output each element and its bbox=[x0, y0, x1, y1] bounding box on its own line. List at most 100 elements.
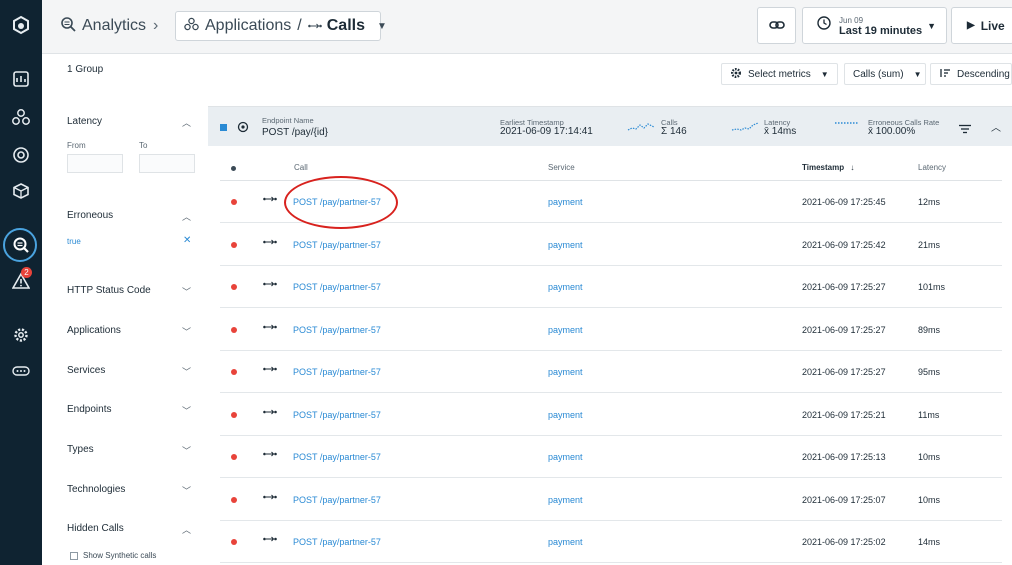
clock-icon bbox=[817, 16, 831, 35]
analytics-icon[interactable] bbox=[0, 228, 42, 262]
logo-icon[interactable] bbox=[0, 8, 42, 42]
service-link[interactable]: payment bbox=[548, 367, 583, 377]
latency-to-input[interactable] bbox=[139, 154, 195, 173]
filter-section-services[interactable]: Services ﹀ bbox=[67, 365, 195, 377]
filter-icon[interactable] bbox=[958, 121, 972, 139]
copy-link-button[interactable] bbox=[757, 7, 796, 44]
live-button[interactable]: ▶ Live bbox=[951, 7, 1012, 44]
error-status-icon bbox=[231, 454, 237, 460]
error-status-icon bbox=[231, 369, 237, 375]
sort-order-label: Descending bbox=[957, 68, 1010, 80]
latency-cell: 10ms bbox=[918, 452, 941, 462]
error-status-icon bbox=[231, 284, 237, 290]
call-link[interactable]: POST /pay/partner-57 bbox=[293, 240, 381, 250]
time-range-selector[interactable]: Jun 09 Last 19 minutes ▼ bbox=[802, 7, 947, 44]
checkbox-icon bbox=[70, 551, 78, 560]
latency-cell: 21ms bbox=[918, 240, 941, 250]
filter-types-label: Types bbox=[67, 444, 94, 455]
error-status-icon bbox=[231, 539, 237, 545]
link-icon bbox=[768, 17, 785, 35]
group-color-marker bbox=[220, 124, 227, 131]
group-header[interactable]: Endpoint Name POST /pay/{id} Earliest Ti… bbox=[208, 106, 1012, 146]
calls-sum-dropdown[interactable]: Calls (sum) ▼ bbox=[844, 63, 926, 85]
endpoint-name-value: POST /pay/{id} bbox=[262, 127, 328, 138]
table-row[interactable]: POST /pay/partner-57 payment 2021-06-09 17… bbox=[220, 181, 1002, 223]
service-link[interactable]: payment bbox=[548, 537, 583, 547]
column-timestamp[interactable]: Timestamp ↓ bbox=[802, 163, 854, 172]
filter-section-applications[interactable]: Applications ﹀ bbox=[67, 325, 195, 337]
call-link[interactable]: POST /pay/partner-57 bbox=[293, 452, 381, 462]
table-row[interactable]: POST /pay/partner-57 payment 2021-06-09 17… bbox=[220, 224, 1002, 266]
show-synthetic-calls-label: Show Synthetic calls bbox=[83, 551, 157, 560]
service-link[interactable]: payment bbox=[548, 325, 583, 335]
latency-cell: 89ms bbox=[918, 325, 941, 335]
select-metrics-button[interactable]: Select metrics ▼ bbox=[721, 63, 838, 85]
endpoint-name-label: Endpoint Name bbox=[262, 116, 314, 125]
filter-section-erroneous[interactable]: Erroneous ︿ bbox=[67, 210, 195, 222]
table-row[interactable]: POST /pay/partner-57 payment 2021-06-09 17… bbox=[220, 309, 1002, 351]
filter-section-endpoints[interactable]: Endpoints ﹀ bbox=[67, 404, 195, 416]
filter-section-technologies[interactable]: Technologies ﹀ bbox=[67, 484, 195, 496]
filter-hidden-calls-label: Hidden Calls bbox=[67, 523, 124, 534]
latency-cell: 11ms bbox=[918, 410, 940, 420]
call-link[interactable]: POST /pay/partner-57 bbox=[293, 537, 381, 547]
filter-section-latency[interactable]: Latency ︿ bbox=[67, 116, 195, 128]
remove-filter-close-icon[interactable]: ✕ bbox=[183, 235, 191, 246]
analytics-icon bbox=[60, 16, 82, 37]
sort-down-arrow-icon: ↓ bbox=[850, 163, 855, 172]
call-link[interactable]: POST /pay/partner-57 bbox=[293, 197, 381, 207]
applications-icon[interactable] bbox=[0, 100, 42, 134]
service-link[interactable]: payment bbox=[548, 240, 583, 250]
chevron-down-icon: ﹀ bbox=[181, 367, 191, 377]
table-row[interactable]: POST /pay/partner-57 payment 2021-06-09 17… bbox=[220, 479, 1002, 521]
sort-order-button[interactable]: Descending bbox=[930, 63, 1012, 85]
service-link[interactable]: payment bbox=[548, 197, 583, 207]
services-icon[interactable] bbox=[0, 138, 42, 172]
table-row[interactable]: POST /pay/partner-57 payment 2021-06-09 17… bbox=[220, 266, 1002, 308]
breadcrumb-separator-icon: › bbox=[153, 17, 159, 34]
breadcrumb-applications-label: Applications bbox=[205, 17, 292, 34]
call-link[interactable]: POST /pay/partner-57 bbox=[293, 495, 381, 505]
latency-from-label: From bbox=[67, 141, 86, 150]
service-link[interactable]: payment bbox=[548, 452, 583, 462]
filter-section-http-status[interactable]: HTTP Status Code ﹀ bbox=[67, 285, 195, 297]
chevron-down-icon: ﹀ bbox=[181, 327, 191, 337]
calls-sum-label: Calls (sum) bbox=[853, 68, 904, 80]
dashboard-icon[interactable] bbox=[0, 62, 42, 96]
service-link[interactable]: payment bbox=[548, 495, 583, 505]
call-link[interactable]: POST /pay/partner-57 bbox=[293, 410, 381, 420]
breadcrumb-calls-selector[interactable]: Applications / Calls ▼ bbox=[175, 11, 387, 41]
erroneous-rate-sparkline bbox=[835, 122, 859, 124]
service-link[interactable]: payment bbox=[548, 410, 583, 420]
error-status-icon bbox=[231, 242, 237, 248]
error-status-icon bbox=[231, 497, 237, 503]
settings-icon[interactable] bbox=[0, 318, 42, 352]
applications-icon bbox=[184, 17, 199, 36]
table-row[interactable]: POST /pay/partner-57 payment 2021-06-09 17… bbox=[220, 394, 1002, 436]
filter-section-types[interactable]: Types ﹀ bbox=[67, 444, 195, 456]
calls-icon bbox=[263, 238, 277, 248]
latency-cell: 14ms bbox=[918, 537, 941, 547]
column-service[interactable]: Service bbox=[548, 163, 575, 172]
service-link[interactable]: payment bbox=[548, 282, 583, 292]
filter-applications-label: Applications bbox=[67, 325, 121, 336]
column-latency[interactable]: Latency bbox=[918, 163, 946, 172]
table-row[interactable]: POST /pay/partner-57 payment 2021-06-09 17… bbox=[220, 521, 1002, 563]
chevron-up-icon[interactable]: ︿ bbox=[991, 119, 1001, 134]
infrastructure-icon[interactable] bbox=[0, 174, 42, 208]
breadcrumb-analytics[interactable]: Analytics bbox=[60, 15, 146, 37]
latency-to-label: To bbox=[139, 141, 148, 150]
column-call[interactable]: Call bbox=[294, 163, 308, 172]
calls-icon bbox=[263, 535, 277, 545]
call-link[interactable]: POST /pay/partner-57 bbox=[293, 367, 381, 377]
table-row[interactable]: POST /pay/partner-57 payment 2021-06-09 17… bbox=[220, 436, 1002, 478]
timestamp-cell: 2021-06-09 17:25:13 bbox=[802, 452, 886, 462]
call-link[interactable]: POST /pay/partner-57 bbox=[293, 282, 381, 292]
filter-section-hidden-calls[interactable]: Hidden Calls ︿ bbox=[67, 523, 195, 535]
call-link[interactable]: POST /pay/partner-57 bbox=[293, 325, 381, 335]
latency-from-input[interactable] bbox=[67, 154, 123, 173]
table-row[interactable]: POST /pay/partner-57 payment 2021-06-09 17… bbox=[220, 351, 1002, 393]
play-icon: ▶ bbox=[967, 20, 975, 31]
more-icon[interactable] bbox=[0, 354, 42, 388]
show-synthetic-calls-checkbox[interactable]: Show Synthetic calls bbox=[70, 551, 156, 560]
